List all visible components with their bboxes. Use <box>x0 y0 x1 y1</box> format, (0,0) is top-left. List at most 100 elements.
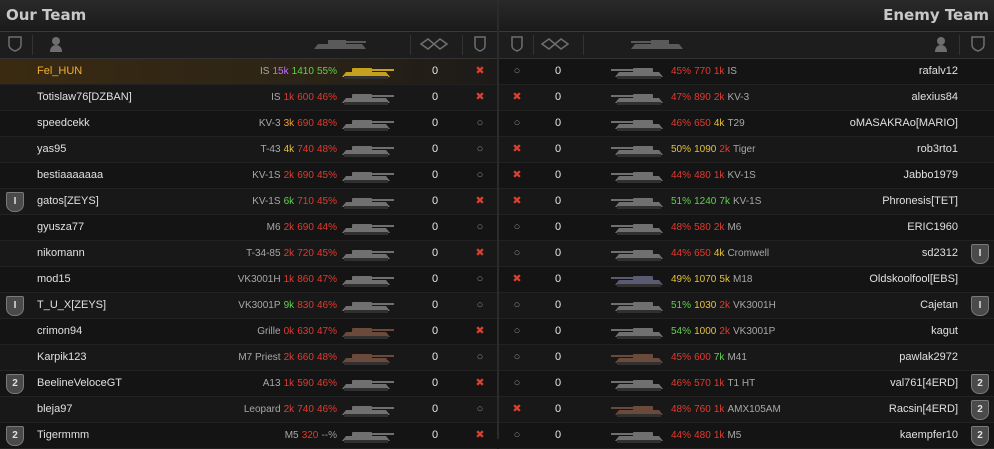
vehicle-status-icon <box>511 36 523 55</box>
vehicle-status-icon: ○ <box>513 117 521 129</box>
battles-count: 15k <box>272 66 289 77</box>
player-row[interactable]: ○ 0 54% 1000 2k VK3001P kagut <box>499 319 994 345</box>
player-row[interactable]: ○ 0 46% 570 1k T1 HT val761[4ERD] 2 <box>499 371 994 397</box>
player-row[interactable]: ○ 0 44% 650 4k Cromwell sd2312 I <box>499 241 994 267</box>
battles-count: 2k <box>713 222 725 233</box>
player-row[interactable]: ✖ 0 48% 760 1k AMX105AM Racsin[4ERD] 2 <box>499 397 994 423</box>
win-rate: 54% <box>671 326 692 337</box>
frags-count: 0 <box>432 325 439 337</box>
frags-count: 0 <box>555 143 562 155</box>
player-row[interactable]: ✖ 0 44% 480 1k KV-1S Jabbo1979 <box>499 163 994 189</box>
efficiency-rating: 1070 <box>694 274 717 285</box>
tank-name: Tiger <box>733 144 756 155</box>
frags-count: 0 <box>555 247 562 259</box>
efficiency-rating: 590 <box>297 378 314 389</box>
frags-count: 0 <box>432 403 439 415</box>
battles-count: 2k <box>283 352 295 363</box>
player-row[interactable]: 2 BeelineVeloceGT A13 1k 590 46% 0 ✖ <box>0 371 497 397</box>
vehicle-status-icon: ○ <box>513 351 521 363</box>
frags-count: 0 <box>555 195 562 207</box>
frags-icon <box>419 37 449 54</box>
efficiency-rating: 570 <box>694 378 711 389</box>
tank-icon <box>609 426 665 447</box>
tank-name: VK3001H <box>237 274 281 285</box>
battles-count: 4k <box>283 144 295 155</box>
player-row[interactable]: ○ 0 45% 600 7k M41 pawlak2972 <box>499 345 994 371</box>
vehicle-status-icon: ✖ <box>475 247 485 259</box>
player-row[interactable]: ○ 0 46% 650 4k T29 oMASAKRAo[MARIO] <box>499 111 994 137</box>
frags-count: 0 <box>432 247 439 259</box>
efficiency-rating: 480 <box>694 430 711 441</box>
player-row[interactable]: ✖ 0 50% 1090 2k Tiger rob3rto1 <box>499 137 994 163</box>
player-row[interactable]: ○ 0 44% 480 1k M5 kaempfer10 2 <box>499 423 994 449</box>
win-rate: 44% <box>671 248 692 259</box>
player-row[interactable]: mod15 VK3001H 1k 860 47% 0 ○ <box>0 267 497 293</box>
player-name: nikomann <box>37 247 85 259</box>
player-name: Tigermmm <box>37 429 90 441</box>
player-name: gyusza77 <box>37 221 85 233</box>
vehicle-status-icon: ✖ <box>512 403 522 415</box>
player-row[interactable]: ○ 0 51% 1030 2k VK3001H Cajetan I <box>499 293 994 319</box>
tank-icon <box>340 400 396 421</box>
player-name: sd2312 <box>921 247 958 259</box>
player-row[interactable]: ○ 0 45% 770 1k IS rafalv12 <box>499 59 994 85</box>
player-row[interactable]: ✖ 0 51% 1240 7k KV-1S Phronesis[TET] <box>499 189 994 215</box>
tank-icon <box>340 296 396 317</box>
vehicle-status-icon: ○ <box>513 221 521 233</box>
tank-name: Cromwell <box>727 248 770 259</box>
battles-count: 9k <box>283 300 295 311</box>
player-name: oMASAKRAo[MARIO] <box>849 117 958 129</box>
player-row[interactable]: yas95 T-43 4k 740 48% 0 ○ <box>0 137 497 163</box>
player-name: kaempfer10 <box>899 429 958 441</box>
battles-count: 4k <box>713 118 725 129</box>
player-row[interactable]: Totislaw76[DZBAN] IS 1k 600 46% 0 ✖ <box>0 85 497 111</box>
tank-icon <box>609 400 665 421</box>
tank-name: VK3001H <box>733 300 776 311</box>
vehicle-status-icon: ○ <box>513 325 521 337</box>
battles-count: 2k <box>283 404 295 415</box>
player-name: rafalv12 <box>918 65 958 77</box>
battles-count: 1k <box>713 378 725 389</box>
tank-name: T-34-85 <box>246 248 281 259</box>
player-name: val761[4ERD] <box>890 377 958 389</box>
player-row[interactable]: ✖ 0 47% 890 2k KV-3 alexius84 <box>499 85 994 111</box>
battles-count: 2k <box>283 222 295 233</box>
player-row[interactable]: nikomann T-34-85 2k 720 45% 0 ✖ <box>0 241 497 267</box>
player-row[interactable]: 2 Tigermmm M5 320 --% 0 ✖ <box>0 423 497 449</box>
efficiency-rating: 710 <box>297 196 314 207</box>
frags-count: 0 <box>432 221 439 233</box>
tank-name: KV-1S <box>252 170 281 181</box>
frags-count: 0 <box>555 273 562 285</box>
vehicle-status-icon: ✖ <box>475 377 485 389</box>
tank-name: KV-3 <box>727 92 750 103</box>
tank-icon <box>609 322 665 343</box>
frags-count: 0 <box>555 299 562 311</box>
player-row[interactable]: gyusza77 M6 2k 690 44% 0 ○ <box>0 215 497 241</box>
win-rate: --% <box>321 430 337 441</box>
win-rate: 50% <box>671 144 692 155</box>
tank-name: KV-1S <box>252 196 281 207</box>
tank-icon <box>340 218 396 239</box>
tank-icon <box>609 166 665 187</box>
player-row[interactable]: Igatos[ZEYS] KV-1S 6k 710 45% 0 ✖ <box>0 189 497 215</box>
player-row[interactable]: bleja97 Leopard 2k 740 46% 0 ○ <box>0 397 497 423</box>
player-name: Fel_HUN <box>37 65 83 77</box>
battles-count: 1k <box>283 274 295 285</box>
tank-icon <box>609 192 665 213</box>
frags-count: 0 <box>432 429 439 441</box>
tank-icon <box>340 166 396 187</box>
battles-count: 6k <box>283 196 295 207</box>
player-name: Oldskoolfool[EBS] <box>869 273 958 285</box>
efficiency-rating: 660 <box>297 352 314 363</box>
player-row[interactable]: Karpik123 M7 Priest 2k 660 48% 0 ○ <box>0 345 497 371</box>
player-row[interactable]: I T_U_X[ZEYS] VK3001P 9k 830 46% 0 ○ <box>0 293 497 319</box>
player-row[interactable]: speedcekk KV-3 3k 690 48% 0 ○ <box>0 111 497 137</box>
vehicle-status-icon: ○ <box>476 273 484 285</box>
win-rate: 47% <box>316 326 337 337</box>
player-row[interactable]: crimon94 Grille 0k 630 47% 0 ✖ <box>0 319 497 345</box>
player-row[interactable]: ○ 0 48% 580 2k M6 ERIC1960 <box>499 215 994 241</box>
player-row[interactable]: bestiaaaaaaa KV-1S 2k 690 45% 0 ○ <box>0 163 497 189</box>
player-row[interactable]: ✖ 0 49% 1070 5k M18 Oldskoolfool[EBS] <box>499 267 994 293</box>
player-name: ERIC1960 <box>907 221 958 233</box>
player-row[interactable]: Fel_HUN IS 15k 1410 55% 0 ✖ <box>0 59 497 85</box>
